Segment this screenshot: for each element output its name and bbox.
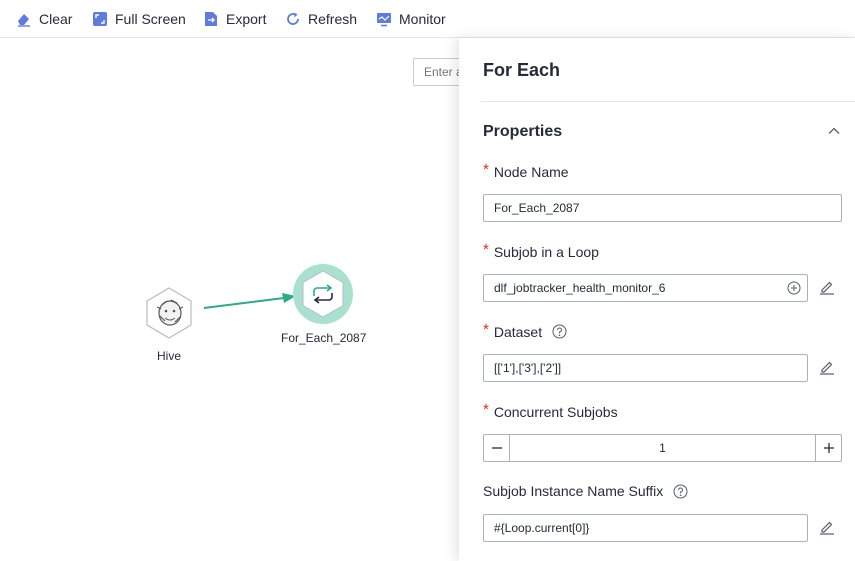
panel-divider	[481, 101, 855, 102]
subjob-label: * Subjob in a Loop	[483, 241, 599, 260]
chevron-up-icon[interactable]	[827, 124, 841, 138]
subjob-value: dlf_jobtracker_health_monitor_6	[494, 281, 666, 295]
concurrent-label-text: Concurrent Subjobs	[493, 403, 618, 420]
canvas-graph	[146, 264, 353, 339]
decrement-button[interactable]	[484, 435, 510, 461]
dataset-label-text: Dataset	[493, 323, 543, 340]
edit-icon[interactable]	[819, 519, 835, 535]
plus-icon	[823, 443, 834, 453]
node-name-label-text: Node Name	[493, 163, 569, 180]
suffix-label: Subjob Instance Name Suffix	[483, 483, 688, 499]
subjob-label-text: Subjob in a Loop	[493, 243, 599, 260]
concurrent-stepper[interactable]: 1	[483, 434, 842, 462]
section-title-properties: Properties	[483, 123, 563, 140]
node-name-input[interactable]	[483, 194, 842, 222]
minus-icon	[491, 447, 502, 449]
suffix-input[interactable]	[483, 514, 808, 542]
concurrent-label: * Concurrent Subjobs	[483, 401, 618, 420]
edit-icon[interactable]	[819, 279, 835, 295]
foreach-node-label: For_Each_2087	[281, 331, 367, 345]
suffix-label-text: Subjob Instance Name Suffix	[483, 483, 664, 499]
subjob-select[interactable]: dlf_jobtracker_health_monitor_6	[483, 274, 808, 302]
hive-node-label: Hive	[157, 349, 182, 363]
required-mark: *	[483, 401, 489, 418]
required-mark: *	[483, 321, 489, 338]
hive-node[interactable]	[146, 287, 192, 339]
foreach-node[interactable]	[293, 264, 353, 324]
edge-hive-to-foreach[interactable]	[203, 293, 296, 309]
required-mark: *	[483, 241, 489, 258]
help-icon[interactable]	[552, 324, 567, 339]
dataset-input[interactable]	[483, 354, 808, 382]
node-name-label: * Node Name	[483, 161, 569, 180]
required-mark: *	[483, 161, 489, 178]
help-icon[interactable]	[673, 484, 688, 499]
panel-title: For Each	[483, 60, 561, 80]
increment-button[interactable]	[815, 435, 841, 461]
dataset-label: * Dataset	[483, 321, 567, 340]
concurrent-value[interactable]: 1	[510, 435, 815, 461]
add-circle-icon[interactable]	[787, 281, 801, 295]
edit-icon[interactable]	[819, 359, 835, 375]
properties-panel: For Each Properties * Node Name * Subjob…	[459, 38, 855, 561]
